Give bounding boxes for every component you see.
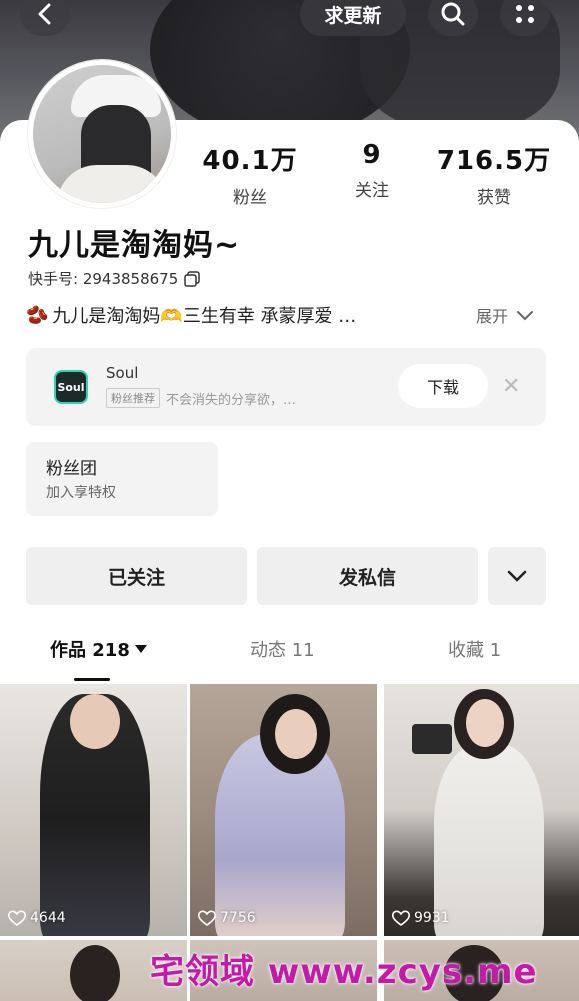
tab-label: 收藏 1: [448, 640, 502, 661]
ad-tag: 粉丝推荐: [106, 388, 160, 408]
stat-value: 716.5万: [436, 146, 552, 176]
expand-bio-button[interactable]: 展开: [476, 303, 534, 327]
tab-label: 作品 218: [50, 640, 130, 661]
chevron-down-icon: [517, 311, 534, 321]
following-button[interactable]: 已关注: [26, 547, 247, 605]
kuaishou-id-row: 快手号: 2943858675: [28, 268, 201, 289]
person-figure: [434, 744, 544, 936]
tab-favorites[interactable]: 收藏 1: [448, 636, 501, 662]
video-likes: 7756: [198, 910, 256, 926]
copy-icon[interactable]: [184, 270, 201, 287]
grid-dots-icon: [516, 5, 534, 23]
heart-icon: [8, 910, 26, 926]
request-update-button[interactable]: 求更新: [300, 0, 406, 36]
app-ad-card[interactable]: Soul Soul 粉丝推荐 不会消失的分享欲，… 下载 ✕: [26, 348, 546, 426]
lamp: [412, 724, 452, 754]
more-actions-button[interactable]: [488, 547, 546, 605]
video-thumbnail[interactable]: 9931: [384, 684, 579, 936]
stat-likes[interactable]: 716.5万 获赞: [434, 140, 554, 208]
fan-group-title: 粉丝团: [46, 459, 97, 479]
heart-icon: [198, 910, 216, 926]
ad-desc: 不会消失的分享欲，…: [166, 392, 297, 408]
stat-value: 40.1万: [202, 146, 298, 176]
person-face: [70, 694, 120, 749]
person-hair: [70, 945, 120, 1001]
heart-icon: [392, 910, 410, 926]
tab-works[interactable]: 作品 218: [50, 636, 148, 662]
chevron-down-icon: [507, 570, 527, 582]
beans-emoji: 🫘: [26, 304, 49, 326]
search-icon: [441, 2, 465, 26]
download-button[interactable]: 下载: [398, 364, 488, 408]
stat-value: 9: [362, 140, 382, 170]
fan-group-subtitle: 加入享特权: [46, 485, 116, 501]
stat-label: 获赞: [477, 188, 511, 208]
person-face: [275, 709, 317, 759]
caret-down-icon: [134, 645, 147, 653]
stat-label: 关注: [355, 181, 389, 201]
send-message-button[interactable]: 发私信: [257, 547, 478, 605]
content-tabs: 作品 218 动态 11 收藏 1: [0, 628, 579, 681]
likes-count: 9931: [414, 910, 450, 926]
soul-app-logo: Soul: [54, 370, 88, 404]
kuaishou-id: 快手号: 2943858675: [28, 270, 179, 288]
stat-followers[interactable]: 40.1万 粉丝: [190, 140, 310, 208]
close-icon[interactable]: ✕: [502, 374, 520, 399]
stat-following[interactable]: 9 关注: [312, 140, 432, 201]
tab-label: 动态 11: [250, 640, 315, 661]
stat-label: 粉丝: [233, 188, 267, 208]
back-arrow-icon: [38, 3, 51, 25]
profile-name: 九儿是淘淘妈~: [28, 228, 241, 263]
video-thumbnail[interactable]: 4644: [0, 684, 187, 936]
video-likes: 4644: [8, 910, 66, 926]
ad-app-name: Soul: [106, 364, 139, 382]
bio-text: 九儿是淘淘妈🫶三生有幸 承蒙厚爱 …: [52, 306, 357, 327]
video-thumbnail[interactable]: 7756: [190, 684, 377, 936]
expand-label: 展开: [476, 307, 509, 326]
site-watermark: 宅领域 www.zcys.me: [150, 952, 538, 992]
avatar[interactable]: [28, 60, 176, 208]
likes-count: 7756: [220, 910, 256, 926]
likes-count: 4644: [30, 910, 66, 926]
fan-group-card[interactable]: 粉丝团 加入享特权: [26, 442, 218, 516]
profile-bio: 🫘 九儿是淘淘妈🫶三生有幸 承蒙厚爱 …: [26, 302, 356, 328]
tab-moments[interactable]: 动态 11: [250, 636, 315, 662]
active-tab-indicator: [74, 678, 110, 681]
person-face: [466, 699, 504, 747]
video-likes: 9931: [392, 910, 450, 926]
ad-desc-row: 粉丝推荐 不会消失的分享欲，…: [106, 388, 296, 408]
